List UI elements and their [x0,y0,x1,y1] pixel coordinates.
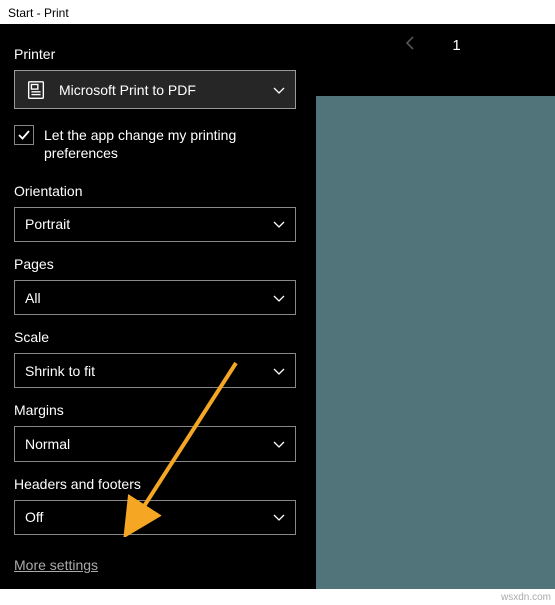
app-change-prefs-row[interactable]: Let the app change my printing preferenc… [14,125,296,162]
window-title: Start - Print [8,6,69,20]
chevron-down-icon [273,365,285,377]
app-change-prefs-label: Let the app change my printing preferenc… [44,125,296,162]
prev-page-button[interactable] [404,36,416,55]
chevron-down-icon [273,438,285,450]
headers-footers-select[interactable]: Off [14,500,296,535]
preview-panel: 1 [310,24,555,589]
watermark-text: wsxdn.com [501,592,551,603]
orientation-label: Orientation [14,183,296,199]
more-settings-link[interactable]: More settings [14,557,296,573]
headers-footers-label: Headers and footers [14,476,296,492]
margins-label: Margins [14,402,296,418]
chevron-down-icon [273,84,285,96]
page-number: 1 [452,37,460,54]
orientation-select[interactable]: Portrait [14,207,296,242]
app-change-prefs-checkbox[interactable] [14,125,34,145]
margins-select[interactable]: Normal [14,426,296,461]
printer-label: Printer [14,46,296,62]
chevron-down-icon [273,292,285,304]
print-dialog: Printer Microsoft Print to PDF Let the a… [0,24,555,589]
orientation-value: Portrait [25,216,273,232]
page-preview [316,96,555,589]
chevron-down-icon [273,511,285,523]
window-title-bar: Start - Print [0,0,555,26]
page-navigator: 1 [310,36,555,55]
pages-select[interactable]: All [14,280,296,315]
margins-value: Normal [25,436,273,452]
pages-value: All [25,290,273,306]
scale-value: Shrink to fit [25,363,273,379]
scale-label: Scale [14,329,296,345]
scale-select[interactable]: Shrink to fit [14,353,296,388]
chevron-down-icon [273,218,285,230]
printer-pdf-icon [25,79,47,101]
headers-footers-value: Off [25,509,273,525]
pages-label: Pages [14,256,296,272]
printer-value: Microsoft Print to PDF [59,82,261,98]
settings-panel: Printer Microsoft Print to PDF Let the a… [0,24,310,589]
printer-select[interactable]: Microsoft Print to PDF [14,70,296,109]
